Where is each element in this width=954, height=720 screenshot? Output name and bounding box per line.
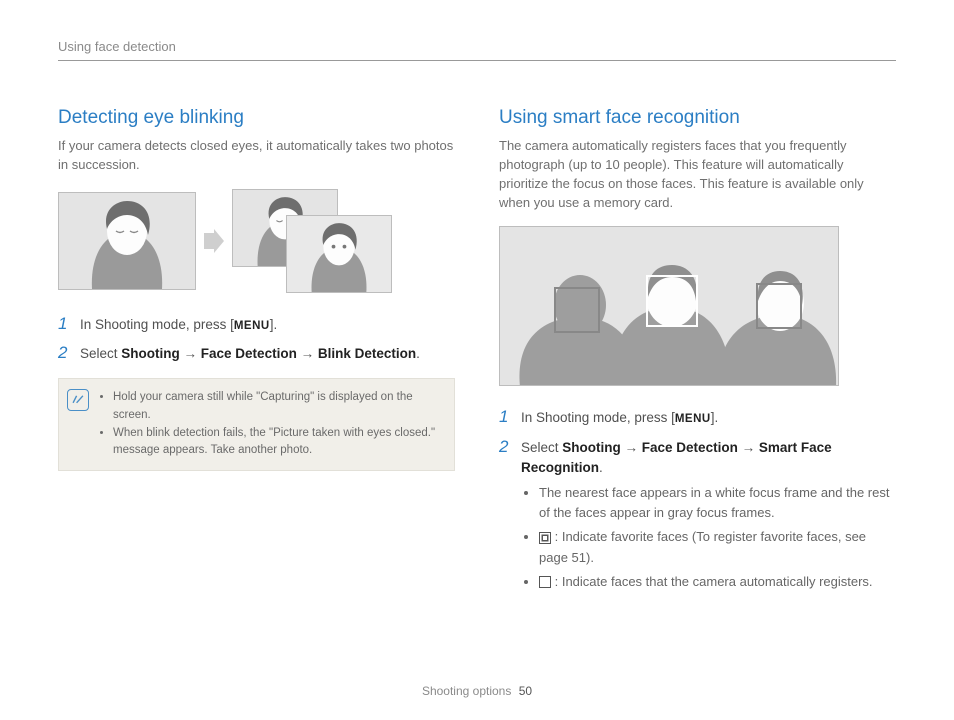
left-step-1: 1 In Shooting mode, press [MENU]. bbox=[58, 315, 455, 335]
arrow-right-icon bbox=[204, 229, 224, 253]
page-number: 50 bbox=[519, 684, 532, 698]
page-header: Using face detection bbox=[58, 38, 896, 61]
right-column: Using smart face recognition The camera … bbox=[499, 107, 896, 606]
heading-smart: Using smart face recognition bbox=[499, 107, 896, 129]
t: Face Detection bbox=[201, 346, 297, 361]
photo-pair bbox=[232, 189, 392, 293]
t: ]. bbox=[711, 410, 719, 425]
step-number: 1 bbox=[58, 315, 72, 335]
focus-frame-gray bbox=[554, 287, 600, 333]
t: In Shooting mode, press [ bbox=[80, 317, 234, 332]
step-number: 2 bbox=[499, 438, 513, 596]
t: When blink detection fails, the " bbox=[113, 427, 273, 439]
intro-smart: The camera automatically registers faces… bbox=[499, 137, 896, 212]
t: Capturing bbox=[260, 391, 310, 403]
note-line: Hold your camera still while "Capturing"… bbox=[113, 389, 442, 425]
t: : Indicate faces that the camera automat… bbox=[551, 574, 873, 589]
photo-result-2 bbox=[286, 215, 392, 293]
note-icon bbox=[67, 389, 89, 411]
t: . bbox=[416, 346, 420, 361]
t: Select bbox=[521, 440, 562, 455]
t: Blink Detection bbox=[318, 346, 416, 361]
left-column: Detecting eye blinking If your camera de… bbox=[58, 107, 455, 606]
menu-button-label: MENU bbox=[234, 320, 270, 332]
left-step-2: 2 Select Shooting → Face Detection → Bli… bbox=[58, 344, 455, 364]
step-number: 1 bbox=[499, 408, 513, 428]
t: Face Detection bbox=[642, 440, 738, 455]
t: → bbox=[738, 440, 759, 455]
note-box: Hold your camera still while "Capturing"… bbox=[58, 378, 455, 471]
heading-blink: Detecting eye blinking bbox=[58, 107, 455, 129]
footer-section: Shooting options bbox=[422, 684, 511, 698]
list-item: : Indicate faces that the camera automat… bbox=[539, 572, 896, 592]
right-step-2: 2 Select Shooting → Face Detection → Sma… bbox=[499, 438, 896, 596]
step-text: In Shooting mode, press [MENU]. bbox=[521, 408, 718, 428]
t: → bbox=[180, 346, 201, 361]
t: Hold your camera still while " bbox=[113, 391, 260, 403]
t: Picture taken with eyes closed. bbox=[273, 427, 431, 439]
step-text: Select Shooting → Face Detection → Smart… bbox=[521, 438, 896, 596]
t: Select bbox=[80, 346, 121, 361]
blink-illustration bbox=[58, 189, 455, 293]
photo-eyes-closed bbox=[58, 192, 196, 290]
sub-bullets: The nearest face appears in a white focu… bbox=[521, 483, 896, 592]
t: → bbox=[297, 346, 318, 361]
focus-frame-gray bbox=[756, 283, 802, 329]
t: . bbox=[599, 460, 603, 475]
step-text: Select Shooting → Face Detection → Blink… bbox=[80, 344, 420, 364]
step-number: 2 bbox=[58, 344, 72, 364]
favorite-face-icon bbox=[539, 532, 551, 544]
t: Shooting bbox=[562, 440, 620, 455]
t: ]. bbox=[270, 317, 278, 332]
t: Shooting bbox=[121, 346, 179, 361]
t: → bbox=[621, 440, 642, 455]
t: In Shooting mode, press [ bbox=[521, 410, 675, 425]
page-footer: Shooting options 50 bbox=[0, 684, 954, 698]
step-text: In Shooting mode, press [MENU]. bbox=[80, 315, 277, 335]
menu-button-label: MENU bbox=[675, 413, 711, 425]
right-step-1: 1 In Shooting mode, press [MENU]. bbox=[499, 408, 896, 428]
focus-frame-white bbox=[646, 275, 698, 327]
list-item: : Indicate favorite faces (To register f… bbox=[539, 527, 896, 567]
note-line: When blink detection fails, the "Picture… bbox=[113, 425, 442, 461]
content-columns: Detecting eye blinking If your camera de… bbox=[58, 107, 896, 606]
auto-face-icon bbox=[539, 576, 551, 588]
intro-blink: If your camera detects closed eyes, it a… bbox=[58, 137, 455, 175]
group-photo bbox=[499, 226, 839, 386]
breadcrumb: Using face detection bbox=[58, 39, 176, 54]
t: : Indicate favorite faces (To register f… bbox=[539, 529, 866, 564]
list-item: The nearest face appears in a white focu… bbox=[539, 483, 896, 523]
